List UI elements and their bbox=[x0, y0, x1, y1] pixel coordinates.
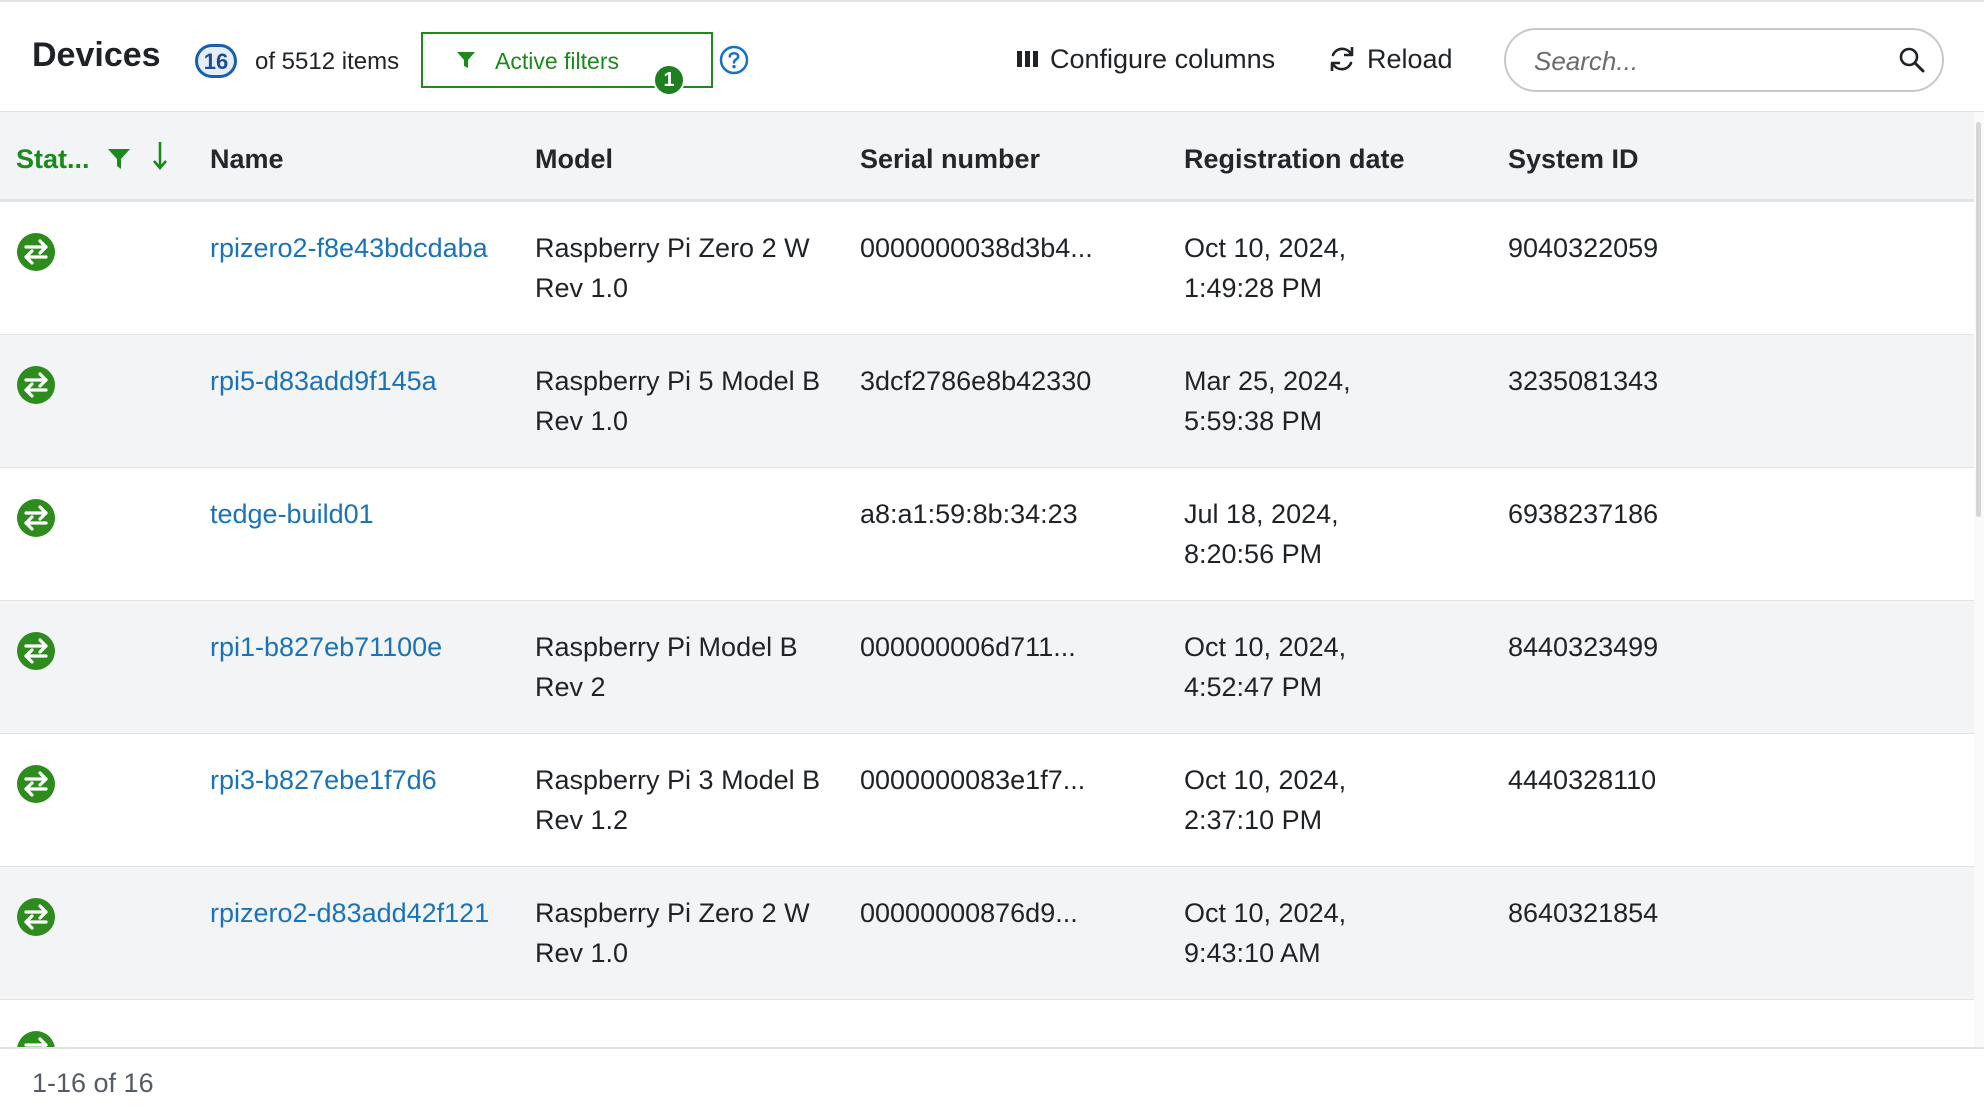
device-system-id: 8440323499 bbox=[1508, 632, 1659, 662]
device-registration-date: Oct 10, 2024, 4:52:47 PM bbox=[1184, 632, 1347, 702]
toolbar: Devices 16 of 5512 items Active filters … bbox=[0, 0, 1984, 112]
active-filters-button[interactable]: Active filters 1 bbox=[421, 32, 713, 96]
device-name-link[interactable]: rpi3-b827ebe1f7d6 bbox=[210, 760, 510, 800]
configure-columns-label: Configure columns bbox=[1050, 44, 1276, 74]
reload-label: Reload bbox=[1367, 44, 1453, 74]
columns-icon bbox=[1017, 51, 1038, 67]
device-system-id: 8640321854 bbox=[1508, 898, 1659, 928]
device-registration-date: Mar 25, 2024, 5:59:38 PM bbox=[1184, 366, 1351, 436]
device-name-link[interactable]: rpi5-d83add9f145a bbox=[210, 361, 510, 401]
connection-status-icon bbox=[17, 632, 55, 670]
device-system-id: 6938237186 bbox=[1508, 499, 1659, 529]
connection-status-icon bbox=[17, 898, 55, 936]
device-model: Raspberry Pi Model B Rev 2 bbox=[535, 632, 798, 702]
device-name-link[interactable]: tedge-build01 bbox=[210, 494, 510, 534]
item-count-badge: 16 bbox=[195, 44, 237, 78]
active-filters-label: Active filters bbox=[495, 48, 619, 74]
device-registration-date: Oct 10, 2024, 2:37:10 PM bbox=[1184, 765, 1347, 835]
device-serial-number: a8:a1:59:8b:34:23 bbox=[860, 499, 1078, 529]
device-system-id: 3235081343 bbox=[1508, 366, 1659, 396]
table-row-partial bbox=[0, 1000, 1974, 1047]
table-row: rpizero2-d83add42f121 Raspberry Pi Zero … bbox=[0, 867, 1974, 1000]
device-model: Raspberry Pi 5 Model B Rev 1.0 bbox=[535, 366, 821, 436]
pagination-info: 1-16 of 16 bbox=[32, 1068, 154, 1098]
column-header-status[interactable]: Stat... bbox=[16, 144, 90, 175]
device-table-body: rpizero2-f8e43bdcdaba Raspberry Pi Zero … bbox=[0, 202, 1974, 1047]
help-icon[interactable] bbox=[719, 45, 749, 75]
device-serial-number: 0000000083e1f7... bbox=[860, 765, 1086, 795]
connection-status-icon bbox=[17, 765, 55, 803]
column-header-model[interactable]: Model bbox=[535, 144, 613, 175]
device-model: Raspberry Pi Zero 2 W Rev 1.0 bbox=[535, 233, 810, 303]
table-row: rpi5-d83add9f145a Raspberry Pi 5 Model B… bbox=[0, 335, 1974, 468]
search-box bbox=[1504, 28, 1944, 92]
connection-status-icon bbox=[17, 499, 55, 537]
item-count-text: of 5512 items bbox=[255, 48, 400, 75]
table-row: tedge-build01 a8:a1:59:8b:34:23 Jul 18, … bbox=[0, 468, 1974, 601]
device-model: Raspberry Pi 3 Model B Rev 1.2 bbox=[535, 765, 821, 835]
connection-status-icon bbox=[17, 1031, 55, 1047]
device-name-link[interactable]: rpizero2-d83add42f121 bbox=[210, 893, 510, 933]
connection-status-icon bbox=[17, 233, 55, 271]
column-header-serial-number[interactable]: Serial number bbox=[860, 144, 1040, 175]
filter-icon bbox=[457, 52, 475, 68]
device-serial-number: 00000000876d9... bbox=[860, 898, 1078, 928]
table-header: Stat... Name Model Serial number Registr… bbox=[0, 112, 1974, 202]
device-name-link[interactable]: rpizero2-f8e43bdcdaba bbox=[210, 228, 510, 268]
device-registration-date: Oct 10, 2024, 1:49:28 PM bbox=[1184, 233, 1347, 303]
column-header-name[interactable]: Name bbox=[210, 144, 284, 175]
column-header-system-id[interactable]: System ID bbox=[1508, 144, 1639, 175]
vertical-scrollbar[interactable] bbox=[1974, 112, 1984, 1047]
table-footer: 1-16 of 16 bbox=[0, 1047, 1984, 1120]
column-header-registration-date[interactable]: Registration date bbox=[1184, 144, 1405, 175]
search-input[interactable] bbox=[1532, 42, 1866, 80]
reload-button[interactable]: Reload bbox=[1325, 40, 1465, 80]
device-name-link[interactable]: rpi1-b827eb71100e bbox=[210, 627, 510, 667]
scrollbar-thumb[interactable] bbox=[1976, 122, 1981, 517]
active-filters-count-badge: 1 bbox=[653, 64, 685, 96]
sort-descending-icon[interactable] bbox=[152, 140, 168, 172]
device-serial-number: 0000000038d3b4... bbox=[860, 233, 1093, 263]
device-serial-number: 000000006d711... bbox=[860, 632, 1076, 662]
table-row: rpi3-b827ebe1f7d6 Raspberry Pi 3 Model B… bbox=[0, 734, 1974, 867]
device-registration-date: Oct 10, 2024, 9:43:10 AM bbox=[1184, 898, 1347, 968]
device-registration-date: Jul 18, 2024, 8:20:56 PM bbox=[1184, 499, 1339, 569]
device-system-id: 4440328110 bbox=[1508, 765, 1657, 795]
table-row: rpizero2-f8e43bdcdaba Raspberry Pi Zero … bbox=[0, 202, 1974, 335]
table-row: rpi1-b827eb71100e Raspberry Pi Model B R… bbox=[0, 601, 1974, 734]
device-model: Raspberry Pi Zero 2 W Rev 1.0 bbox=[535, 898, 810, 968]
device-system-id: 9040322059 bbox=[1508, 233, 1659, 263]
status-filter-icon[interactable] bbox=[107, 148, 131, 170]
reload-icon bbox=[1330, 47, 1354, 71]
search-icon[interactable] bbox=[1898, 46, 1926, 74]
page-title: Devices bbox=[32, 36, 161, 74]
connection-status-icon bbox=[17, 366, 55, 404]
device-serial-number: 3dcf2786e8b42330 bbox=[860, 366, 1092, 396]
